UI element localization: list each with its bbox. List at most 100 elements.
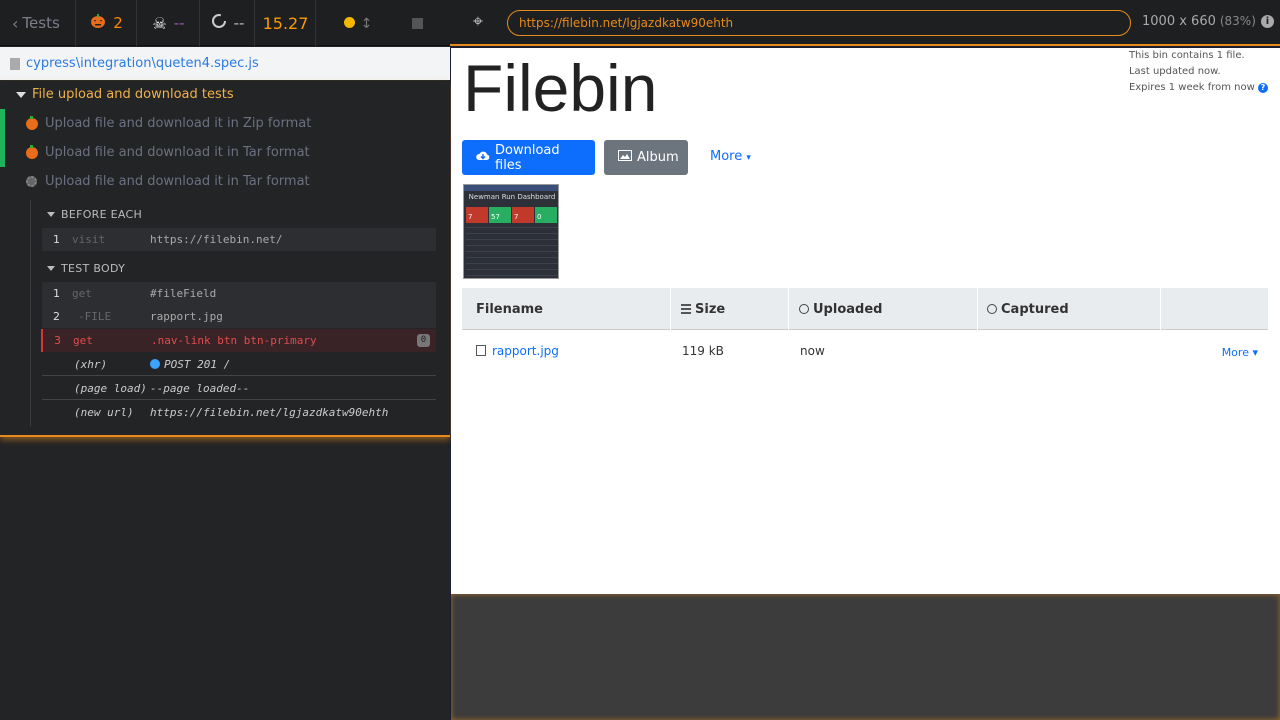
failed-pumpkin-icon	[26, 144, 38, 159]
bin-expiry-text: Expires 1 week from now	[1128, 82, 1255, 93]
reporter-panel: ‹ Tests 2 ☠ -- -- 15.27 ↕ cypress\integr…	[0, 0, 450, 720]
column-label: Filename	[476, 301, 543, 317]
image-icon	[618, 150, 632, 165]
spec-path-bar[interactable]: cypress\integration\queten4.spec.js	[0, 47, 450, 80]
bin-last-updated: Last updated now.	[1128, 66, 1221, 77]
download-files-label: Download files	[495, 142, 560, 173]
file-uploaded: now	[800, 344, 825, 358]
caret-down-icon	[47, 212, 55, 217]
column-label: Size	[695, 301, 726, 317]
pumpkin-icon	[90, 13, 106, 33]
event-message: POST 201 /	[150, 358, 230, 371]
cloud-download-icon	[476, 150, 490, 165]
file-name: rapport.jpg	[492, 344, 559, 358]
status-indicator: ↕	[343, 14, 373, 32]
event-name: (page load)	[74, 381, 147, 395]
pending-count-value: --	[173, 14, 185, 32]
event-message: --page loaded--	[150, 381, 250, 395]
stats-bar: ‹ Tests 2 ☠ -- -- 15.27 ↕	[0, 0, 450, 46]
column-filename[interactable]: Filename	[462, 288, 671, 330]
bin-info: This bin contains 1 file. Last updated n…	[1129, 48, 1268, 96]
aut-url[interactable]: https://filebin.net/lgjazdkatw90ehth	[507, 10, 1131, 36]
thumbnail-tile: 0	[535, 207, 557, 223]
more-dropdown[interactable]: More ▾	[710, 149, 751, 164]
thumbnail-header-bar	[464, 185, 558, 191]
caret-down-icon	[47, 266, 55, 271]
event-name: (new url)	[74, 406, 134, 419]
event-name: (xhr)	[74, 357, 108, 371]
stop-icon[interactable]	[412, 17, 424, 29]
event-row[interactable]: (page load) --page loaded--	[42, 377, 436, 400]
file-icon	[10, 57, 20, 70]
database-icon	[681, 303, 691, 315]
spec-path[interactable]: cypress\integration\queten4.spec.js	[26, 56, 259, 71]
before-each-hook[interactable]: BEFORE EACH	[47, 208, 142, 221]
bin-expiry: Expires 1 week from now ?	[1129, 80, 1268, 96]
test-item[interactable]: Upload file and download it in Zip forma…	[0, 109, 450, 138]
app-under-test: Filebin This bin contains 1 file. Last u…	[451, 48, 1280, 594]
table-header: Filename Size Uploaded Captured	[462, 288, 1268, 330]
column-label: Captured	[1001, 301, 1069, 317]
command-name: get	[72, 287, 92, 300]
thumbnail-title: Newman Run Dashboard	[468, 193, 556, 201]
column-size[interactable]: Size	[671, 288, 789, 330]
file-thumbnail[interactable]: Newman Run Dashboard 7 57 7 0	[463, 184, 559, 279]
resize-arrows-icon[interactable]: ↕	[361, 16, 373, 32]
thumbnail-tile: 7	[512, 207, 534, 223]
info-icon[interactable]: i	[1261, 15, 1274, 28]
row-more-label: More	[1221, 346, 1249, 359]
files-table: Filename Size Uploaded Captured rapport.…	[462, 288, 1268, 359]
aut-header: ⌖ https://filebin.net/lgjazdkatw90ehth 1…	[450, 0, 1280, 46]
download-files-button[interactable]: Download files	[462, 140, 595, 175]
event-row[interactable]: (new url) https://filebin.net/lgjazdkatw…	[42, 401, 436, 424]
element-count-badge: 0	[417, 334, 430, 347]
thumbnail-tile: 7	[466, 207, 488, 223]
selector-playground-icon[interactable]: ⌖	[468, 12, 488, 32]
pending-count: ☠ --	[138, 0, 200, 46]
command-message: https://filebin.net/	[150, 233, 283, 246]
back-to-tests-link[interactable]: ‹ Tests	[0, 0, 76, 46]
failed-count: 2	[77, 0, 137, 46]
test-body-hook[interactable]: TEST BODY	[47, 262, 125, 275]
file-link[interactable]: rapport.jpg	[476, 344, 559, 358]
command-name: get	[73, 334, 93, 347]
running-count-value: --	[233, 14, 245, 32]
column-captured[interactable]: Captured	[978, 288, 1161, 330]
command-message: .nav-link btn btn-primary	[151, 334, 317, 347]
command-row[interactable]: 2 -FILE rapport.jpg	[42, 305, 436, 328]
running-count: --	[201, 0, 255, 46]
viewport-info: 1000 x 660 (83%)	[1142, 14, 1256, 29]
suite-title[interactable]: File upload and download tests	[16, 87, 234, 102]
run-controls: ↕	[317, 0, 450, 46]
help-icon[interactable]: ?	[1258, 83, 1268, 93]
album-button[interactable]: Album	[604, 140, 688, 175]
running-gear-icon	[26, 176, 37, 187]
column-uploaded[interactable]: Uploaded	[789, 288, 978, 330]
event-row[interactable]: (xhr) POST 201 /	[42, 353, 436, 376]
command-number: 3	[54, 334, 61, 347]
file-size: 119 kB	[682, 344, 724, 358]
row-more-dropdown[interactable]: More ▾	[1222, 346, 1258, 359]
test-item[interactable]: Upload file and download it in Tar forma…	[0, 167, 450, 196]
bin-file-count: This bin contains 1 file.	[1128, 50, 1245, 61]
event-message-text: POST 201 /	[164, 357, 231, 371]
failed-command-row[interactable]: 3 get .nav-link btn btn-primary 0	[41, 329, 436, 352]
back-label: Tests	[22, 14, 60, 32]
test-title: Upload file and download it in Zip forma…	[45, 116, 312, 131]
command-name: -FILE	[78, 310, 112, 323]
spinner-icon	[211, 13, 227, 33]
failed-pumpkin-icon	[26, 115, 38, 130]
command-row[interactable]: 1 get #fileField	[42, 282, 436, 305]
command-number: 1	[53, 287, 60, 300]
test-item[interactable]: Upload file and download it in Tar forma…	[0, 138, 450, 167]
command-number: 1	[53, 233, 60, 246]
xhr-status-icon	[150, 358, 160, 369]
clock-icon	[799, 304, 809, 314]
command-row[interactable]: 1 visit https://filebin.net/	[42, 228, 436, 251]
running-dot-icon	[343, 17, 355, 28]
runnables-list: File upload and download tests Upload fi…	[0, 81, 450, 437]
thumbnail-tile: 57	[489, 207, 511, 223]
command-message: rapport.jpg	[150, 310, 223, 323]
page-title: Filebin	[463, 51, 658, 125]
skull-icon: ☠	[152, 13, 167, 33]
